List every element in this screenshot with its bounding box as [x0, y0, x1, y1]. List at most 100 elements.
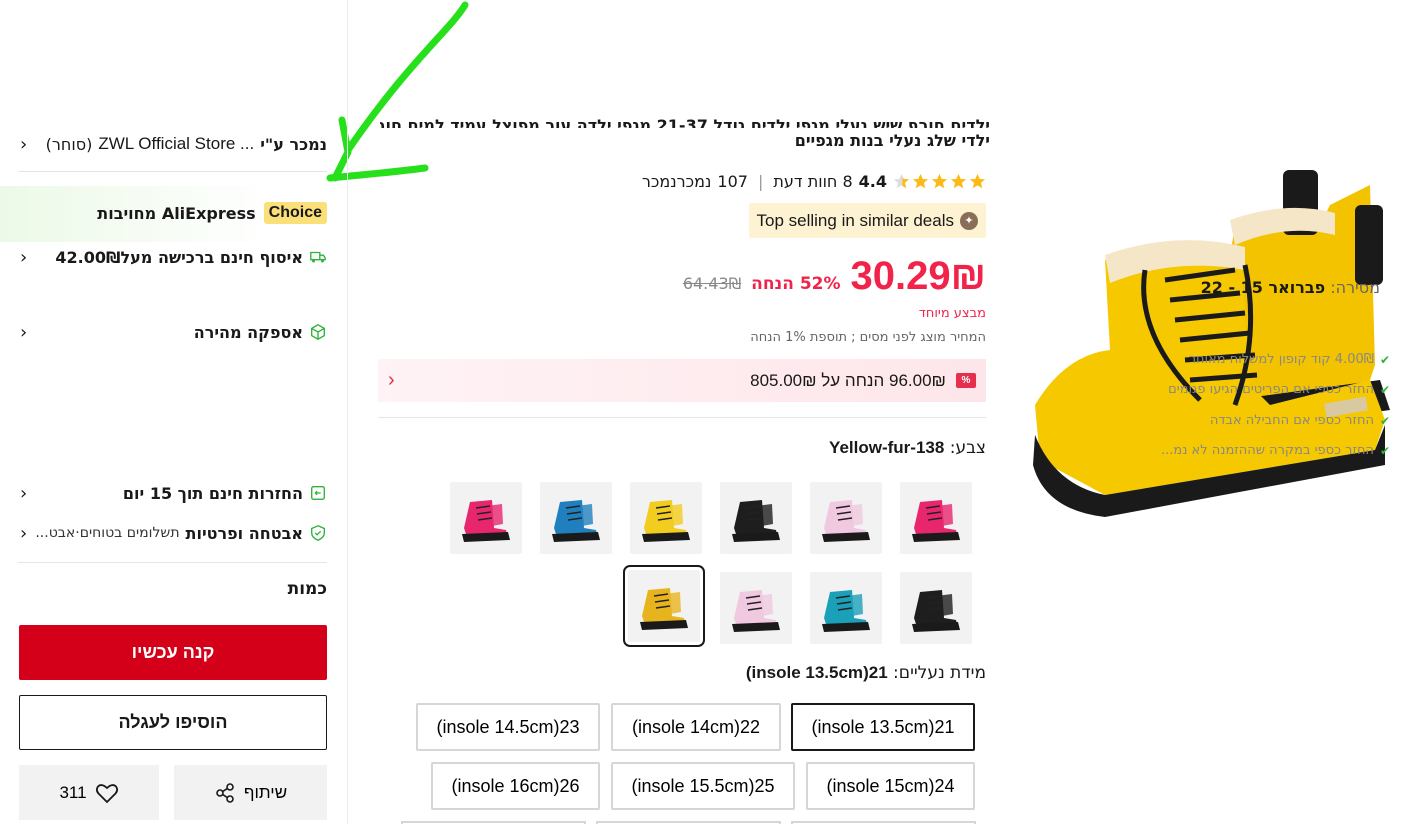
security-row[interactable]: אבטחה ופרטיות תשלומים בטוחים·אבט... ‹ [20, 521, 327, 545]
wishlist-button[interactable]: 311 [19, 765, 159, 820]
chevron-left-icon: ‹ [20, 522, 28, 544]
top-selling-text: Top selling in similar deals [756, 210, 954, 230]
color-label: צבע: Yellow-fur-138 [829, 438, 986, 458]
boot-thumbnail-icon [732, 500, 780, 542]
size-option-25[interactable]: 25(insole 15.5cm) [611, 762, 795, 810]
box-icon [311, 324, 325, 340]
star-icon [912, 173, 929, 188]
chevron-left-icon: ‹ [20, 246, 28, 268]
selected-color-value: Yellow-fur-138 [829, 438, 945, 457]
size-label-prefix: מידת נעליים: [887, 663, 986, 683]
coupon-text: 96.00₪ הנחה על 805.00₪ [750, 370, 946, 390]
add-to-cart-button[interactable]: הוסיפו לעגלה [19, 695, 327, 750]
discount-percent: 52% הנחה [751, 274, 841, 294]
buy-now-button[interactable]: קנה עכשיו [19, 625, 327, 680]
benefit-text: החזר כספי אם החבילה אבדה [1209, 413, 1374, 428]
chevron-left-icon: ‹ [20, 133, 28, 155]
benefit-item: ✔ 4.00₪ קוד קופון למשלוח מאוחר [1189, 352, 1390, 367]
delivery-value: פברואר 15 - 22 [1200, 278, 1326, 297]
delivery-label: מסירה: [1325, 278, 1380, 297]
boot-thumbnail-icon [912, 590, 960, 632]
color-swatch[interactable] [900, 572, 972, 644]
selected-size-value: 21(insole 13.5cm) [745, 663, 888, 682]
product-title-line1: ילדים חורף שיש נעלי מגפי ילדים גודל 21-3… [380, 116, 990, 128]
fast-delivery-row[interactable]: אספקה מהירה ‹ [20, 320, 327, 344]
seller-row[interactable]: נמכר ע"י ZWL Official Store ... (סוחר) ‹ [20, 131, 327, 157]
benefit-item: ✔ החזר כספי אם החבילה אבדה [1210, 413, 1390, 428]
boot-thumbnail-icon [642, 500, 690, 542]
check-icon: ✔ [1379, 413, 1390, 428]
rating-row: 4.4 8 חוות דעת | 107 נמכרנמכר [642, 170, 986, 192]
size-option-26[interactable]: 26(insole 16cm) [431, 762, 600, 810]
size-option-24[interactable]: 24(insole 15cm) [806, 762, 975, 810]
benefit-item: ✔ החזר כספי אם הפריטים הגיעו פגומים [1168, 382, 1390, 397]
heart-icon [95, 783, 118, 803]
seller-name[interactable]: ZWL Official Store ... [98, 134, 254, 154]
seller-prefix: נמכר ע"י [260, 134, 327, 154]
security-title: אבטחה ופרטיות [185, 523, 303, 543]
half-star-icon [893, 173, 910, 188]
free-returns-title: החזרות חינם תוך 15 יום [122, 483, 303, 503]
star-icon [969, 173, 986, 188]
size-option-22[interactable]: 22(insole 14cm) [611, 703, 781, 751]
choice-text: AliExpress מחויבות [97, 203, 256, 223]
separator: | [757, 171, 764, 191]
color-swatch[interactable] [810, 482, 882, 554]
size-option-23[interactable]: 23(insole 14.5cm) [416, 703, 600, 751]
color-swatch[interactable] [900, 482, 972, 554]
sold-count: 107 [717, 171, 748, 191]
coupon-bar[interactable]: % 96.00₪ הנחה על 805.00₪ ‹ [378, 359, 986, 402]
color-swatch[interactable] [810, 572, 882, 644]
free-shipping-row[interactable]: איסוף חינם ברכישה מעל42.00₪ ‹ [20, 245, 327, 269]
free-shipping-title: איסוף חינם ברכישה מעל42.00₪ [55, 247, 303, 267]
size-option-21[interactable]: 21(insole 13.5cm) [791, 703, 975, 751]
benefit-text: החזר כספי אם הפריטים הגיעו פגומים [1168, 382, 1374, 397]
percent-icon: % [956, 373, 976, 388]
boot-thumbnail-icon [732, 590, 780, 632]
current-price: 30.29₪ [850, 254, 986, 298]
original-price: 64.43₪ [682, 274, 742, 293]
tax-note: המחיר מוצג לפני מסים ; תוספת 1% הנחה [750, 330, 986, 345]
divider [18, 562, 327, 563]
share-label: שיתוף [243, 782, 288, 802]
delivery-estimate: מסירה: פברואר 15 - 22 [1201, 278, 1380, 297]
rating-stars [893, 173, 986, 190]
boot-thumbnail-icon [552, 500, 600, 542]
sold-label: נמכרנמכר [641, 171, 712, 191]
star-icon [950, 173, 967, 188]
fast-delivery-title: אספקה מהירה [193, 322, 303, 342]
chevron-left-icon: ‹ [388, 369, 395, 391]
divider [378, 417, 986, 418]
check-icon: ✔ [1379, 382, 1390, 397]
color-swatch[interactable] [720, 482, 792, 554]
benefit-text: החזר כספי במקרה שההזמנה לא נמ... [1160, 443, 1374, 458]
choice-row: Choice AliExpress מחויבות [0, 186, 340, 242]
color-swatch[interactable] [623, 565, 705, 647]
flame-icon: ✦ [960, 211, 978, 230]
free-returns-row[interactable]: החזרות חינם תוך 15 יום ‹ [20, 481, 327, 505]
return-icon [311, 486, 325, 500]
divider [18, 171, 327, 172]
choice-badge: Choice [263, 202, 327, 224]
color-swatch[interactable] [630, 482, 702, 554]
size-label: מידת נעליים: 21(insole 13.5cm) [746, 663, 986, 683]
color-swatch[interactable] [540, 482, 612, 554]
boot-thumbnail-icon [462, 500, 510, 542]
reviews-link[interactable]: 8 חוות דעת [773, 172, 852, 191]
share-button[interactable]: שיתוף [174, 765, 327, 820]
boot-thumbnail-icon [912, 500, 960, 542]
check-icon: ✔ [1379, 443, 1390, 458]
wishlist-count: 311 [59, 782, 87, 802]
chevron-left-icon: ‹ [20, 482, 28, 504]
boot-thumbnail-icon [822, 500, 870, 542]
product-main-image[interactable] [1025, 165, 1400, 525]
top-selling-badge: ✦ Top selling in similar deals [748, 203, 986, 238]
rating-value: 4.4 [858, 171, 887, 191]
product-title-line2: ילדי שלג נעלי בנות מגפיים [794, 131, 990, 150]
security-subtitle: תשלומים בטוחים·אבט... [35, 525, 180, 541]
color-swatch[interactable] [720, 572, 792, 644]
special-offer-label: מבצע מיוחד [918, 306, 986, 321]
benefit-text: 4.00₪ קוד קופון למשלוח מאוחר [1188, 352, 1374, 367]
benefit-item: ✔ החזר כספי במקרה שההזמנה לא נמ... [1161, 443, 1390, 458]
color-swatch[interactable] [450, 482, 522, 554]
